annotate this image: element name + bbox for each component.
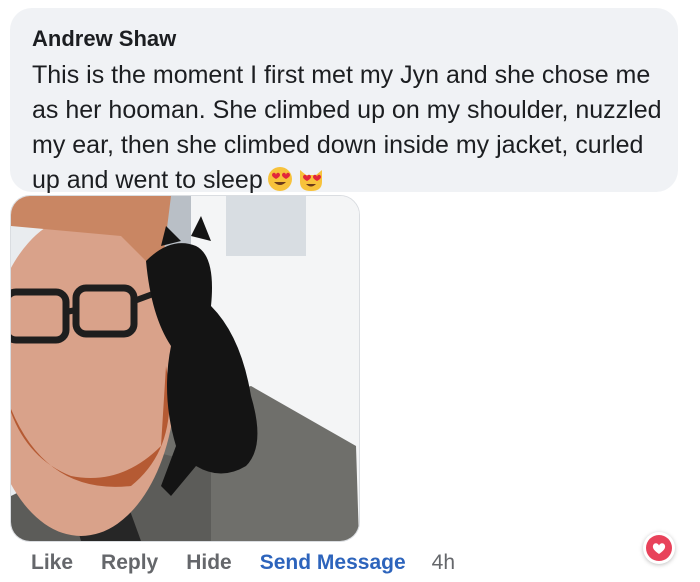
comment-photo[interactable] [10, 195, 360, 542]
reply-button[interactable]: Reply [101, 551, 158, 575]
comment-author[interactable]: Andrew Shaw [32, 26, 176, 52]
reaction-badge[interactable] [643, 532, 675, 564]
like-button[interactable]: Like [31, 551, 73, 575]
hide-button[interactable]: Hide [186, 551, 232, 575]
comment-text: This is the moment I first met my Jyn an… [32, 58, 672, 202]
comment-actions: Like Reply Hide Send Message 4h [31, 551, 455, 575]
heart-reaction-icon [646, 535, 672, 561]
send-message-button[interactable]: Send Message [260, 551, 406, 575]
comment-bubble: Andrew Shaw This is the moment I first m… [10, 8, 678, 194]
comment-timestamp[interactable]: 4h [432, 551, 455, 575]
comment-body: This is the moment I first met my Jyn an… [32, 61, 662, 194]
